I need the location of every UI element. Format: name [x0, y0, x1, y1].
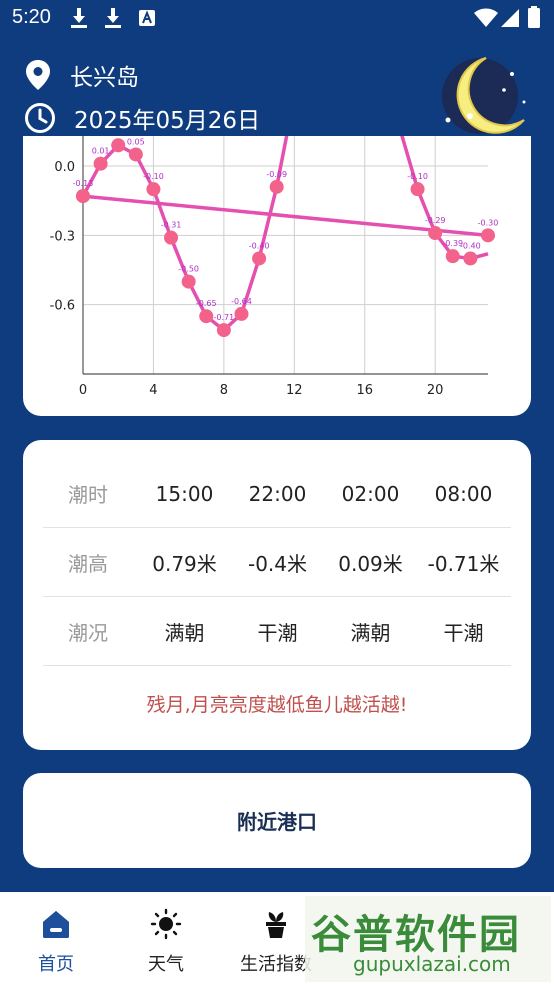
data-label: -0.40	[249, 241, 270, 250]
date-text: 2025年05月26日	[74, 108, 261, 134]
tab-label: 首页	[38, 954, 74, 975]
data-label: -0.29	[425, 216, 446, 225]
tide-table-card: 潮时 15:00 22:00 02:00 08:00 潮高 0.79米 -0.4…	[23, 440, 531, 750]
x-tick-label: 4	[149, 383, 157, 398]
fishing-tip: 残月,月亮亮度越低鱼儿越活越!	[146, 694, 408, 716]
data-label: -0.64	[231, 297, 252, 306]
x-tick-label: 8	[220, 383, 228, 398]
tab-label: 天气	[148, 954, 184, 975]
data-label: -0.10	[143, 172, 164, 181]
tide-state-value: 满朝	[350, 621, 391, 645]
data-label: 0.01	[92, 147, 110, 156]
data-label: -0.50	[178, 265, 199, 274]
tide-state-label: 潮况	[68, 621, 108, 645]
tide-time-value: 02:00	[341, 481, 400, 506]
y-tick-label: 0.0	[54, 160, 75, 175]
nearby-port-button[interactable]: 附近港口	[23, 773, 531, 868]
data-point	[481, 228, 495, 243]
tide-height-value: 0.09米	[338, 552, 403, 576]
x-tick-label: 20	[427, 383, 444, 398]
tide-height-value: -0.71米	[427, 552, 500, 576]
data-point	[410, 182, 425, 197]
data-point	[76, 189, 90, 204]
tide-time-label: 潮时	[68, 483, 108, 507]
x-tick-label: 12	[286, 383, 303, 398]
tide-height-row: 潮高 0.79米 -0.4米 0.09米 -0.71米	[43, 529, 511, 597]
wifi-icon	[474, 8, 498, 27]
tide-height-value: -0.4米	[247, 552, 308, 576]
data-point	[428, 226, 443, 241]
status-time: 5:20	[12, 6, 51, 28]
data-label: -0.30	[478, 218, 499, 227]
signal-icon	[501, 9, 519, 27]
plant-pot-icon	[266, 912, 286, 938]
nearby-port-label: 附近港口	[237, 810, 317, 834]
data-point	[146, 182, 161, 197]
tide-chart-card: 0 4 8 12 16 20 0.0 -0.3 -0.6 -0.13 0.01 0.090.05 -0.…	[23, 136, 531, 416]
home-icon	[43, 911, 69, 938]
data-point	[234, 306, 249, 321]
data-point	[164, 230, 179, 245]
data-label: -0.31	[161, 221, 182, 230]
battery-icon	[528, 6, 540, 28]
clock-icon	[25, 103, 55, 133]
text-notification-icon	[139, 10, 155, 26]
data-label: -0.40	[460, 241, 481, 250]
tab-home[interactable]: 首页	[6, 892, 106, 984]
data-label: -0.13	[73, 179, 94, 188]
data-label: -0.71	[214, 313, 235, 322]
y-tick-label: -0.3	[50, 229, 75, 244]
download-icon	[105, 8, 121, 28]
data-point	[181, 274, 196, 289]
data-point	[199, 309, 214, 324]
tide-state-value: 干潮	[443, 621, 484, 645]
x-tick-label: 16	[356, 383, 373, 398]
series-line	[81, 136, 489, 332]
data-point	[111, 138, 126, 153]
data-label: -0.65	[196, 299, 217, 308]
data-label: -0.10	[407, 172, 428, 181]
date-row[interactable]: 2025年05月26日	[24, 101, 260, 135]
data-label: 0.05	[127, 137, 145, 146]
data-point	[252, 251, 267, 266]
tide-height-label: 潮高	[68, 552, 108, 576]
y-tick-label: -0.6	[50, 299, 75, 314]
tide-height-value: 0.79米	[152, 552, 217, 576]
data-point	[128, 147, 143, 162]
data-point	[93, 156, 108, 171]
data-label: 0.09	[109, 136, 127, 137]
tide-line-chart: 0 4 8 12 16 20 0.0 -0.3 -0.6 -0.13 0.01 0.090.05 -0.…	[50, 136, 499, 398]
location-pin-icon	[26, 60, 50, 90]
tide-state-value: 满朝	[164, 621, 205, 645]
status-bar: 5:20	[0, 0, 554, 38]
tab-weather[interactable]: 天气	[116, 892, 216, 984]
location-row[interactable]: 长兴岛	[24, 58, 139, 92]
tide-time-value: 08:00	[434, 481, 493, 506]
tide-time-value: 22:00	[248, 481, 307, 506]
watermark: 谷普软件园 gupuxlazai.com	[305, 896, 551, 982]
sun-icon	[150, 908, 182, 940]
crescent-moon-icon	[442, 57, 526, 134]
data-point	[445, 249, 460, 264]
tide-time-value: 15:00	[155, 481, 214, 506]
data-label: -0.09	[266, 170, 287, 179]
tide-state-value: 干潮	[257, 621, 298, 645]
data-point	[216, 323, 231, 338]
data-point	[463, 251, 478, 266]
data-point	[269, 179, 284, 194]
location-name: 长兴岛	[70, 65, 139, 91]
watermark-url: gupuxlazai.com	[353, 952, 511, 976]
x-tick-label: 0	[79, 383, 87, 398]
download-icon	[71, 8, 87, 28]
tide-time-row: 潮时 15:00 22:00 02:00 08:00	[43, 460, 511, 528]
tide-state-row: 潮况 满朝 干潮 满朝 干潮	[43, 598, 511, 666]
